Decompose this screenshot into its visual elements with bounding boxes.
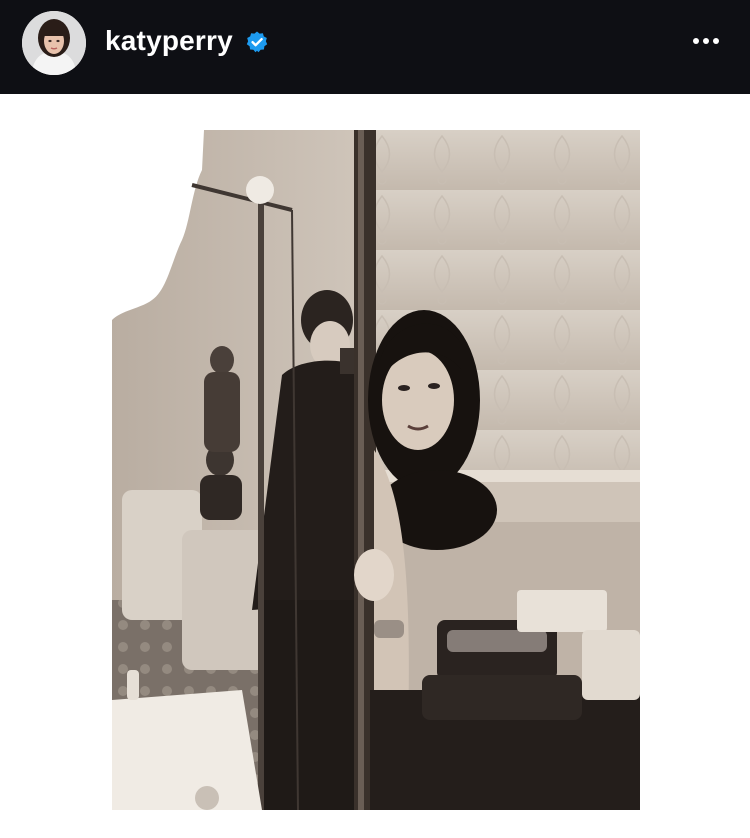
more-options-icon[interactable]	[686, 28, 726, 54]
verified-badge-icon	[246, 31, 268, 53]
more-dot	[713, 38, 719, 44]
post-photo	[112, 130, 640, 810]
more-dot	[693, 38, 699, 44]
avatar-portrait	[22, 11, 86, 75]
post-header: katyperry	[0, 0, 750, 94]
avatar[interactable]	[22, 11, 86, 75]
username[interactable]: katyperry	[105, 25, 233, 57]
more-dot	[703, 38, 709, 44]
post-media[interactable]	[0, 94, 750, 838]
